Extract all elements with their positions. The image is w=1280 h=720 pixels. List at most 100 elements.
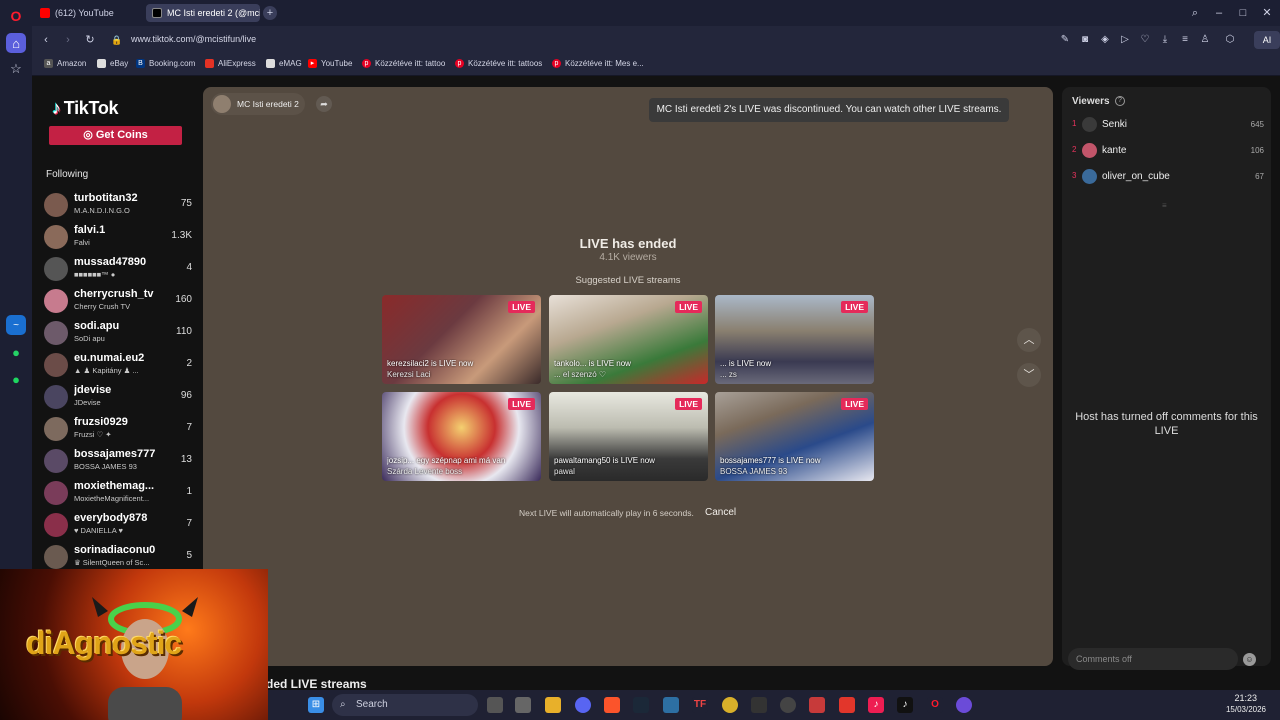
obs-icon[interactable] <box>780 697 796 713</box>
following-item[interactable]: mussad47890 ■■■■■■™ ● 4 <box>44 254 198 282</box>
play-icon[interactable]: ▷ <box>1119 34 1131 46</box>
help-icon[interactable]: ? <box>1115 96 1125 106</box>
following-item[interactable]: everybody878 ♥ DANIELLA ♥ 7 <box>44 510 198 538</box>
viewer-row[interactable]: 3 oliver_on_cube 67 <box>1072 168 1264 186</box>
suggested-live-card[interactable]: LIVE jozsip... egy szépnap ami má van Szár… <box>382 392 541 481</box>
following-nickname: BOSSA JAMES 93 <box>74 462 137 471</box>
home-icon[interactable]: ⌂ <box>6 33 26 53</box>
camera-icon[interactable]: ◙ <box>1079 34 1091 46</box>
brave-icon[interactable] <box>604 697 620 713</box>
heart-icon[interactable]: ♡ <box>1139 34 1151 46</box>
bookmark-aliexpress[interactable]: AliExpress <box>205 59 256 68</box>
url-field[interactable]: www.tiktok.com/@mcistifun/live <box>131 34 256 44</box>
extensions-icon[interactable]: ⬡ <box>1224 34 1236 46</box>
search-tabs-icon[interactable]: ⌕ <box>1188 6 1202 20</box>
following-item[interactable]: bossajames777 BOSSA JAMES 93 13 <box>44 446 198 474</box>
app-icon[interactable] <box>956 697 972 713</box>
chevron-up-icon[interactable]: ︿ <box>1017 328 1041 352</box>
tiktok-logo[interactable]: ♪ TikTok <box>52 98 119 119</box>
folder-icon[interactable] <box>545 697 561 713</box>
app-icon[interactable] <box>751 697 767 713</box>
ai-button[interactable]: AI <box>1254 31 1280 49</box>
tab-tiktok[interactable]: MC Isti eredeti 2 (@mcisti <box>146 4 260 22</box>
messenger-icon[interactable]: ~ <box>6 315 26 335</box>
bookmark-youtube[interactable]: ▸ YouTube <box>308 59 352 68</box>
whatsapp-icon[interactable]: ● <box>6 342 26 362</box>
edit-icon[interactable]: ✎ <box>1059 34 1071 46</box>
host-chip[interactable]: MC Isti eredeti 2 <box>211 93 305 115</box>
following-item[interactable]: fruzsi0929 Fruzsi ♡ ✦ 7 <box>44 414 198 442</box>
steam-icon[interactable] <box>633 697 649 713</box>
pinterest-icon: p <box>362 59 371 68</box>
discontinued-toast: MC Isti eredeti 2's LIVE was discontinue… <box>649 98 1009 122</box>
following-item[interactable]: sodi.apu SoDi apu 110 <box>44 318 198 346</box>
new-tab-plus-icon[interactable]: + <box>263 6 277 20</box>
following-name: bossajames777 <box>74 448 156 460</box>
back-icon[interactable]: ‹ <box>38 32 54 48</box>
windows-start-icon[interactable]: ⊞ <box>308 697 324 713</box>
viewer-row[interactable]: 2 kante 106 <box>1072 142 1264 160</box>
bookmark-amazon[interactable]: a Amazon <box>44 59 86 68</box>
menu-icon[interactable]: ≡ <box>1179 34 1191 46</box>
following-item[interactable]: moxiethemag... MoxietheMagnificent... 1 <box>44 478 198 506</box>
maximize-icon[interactable]: □ <box>1236 6 1250 20</box>
download-icon[interactable]: ⤓ <box>1159 34 1171 46</box>
minimize-icon[interactable]: – <box>1212 6 1226 20</box>
bookmark-pinterest-3[interactable]: p Közzétéve itt: Mes e... <box>552 59 644 68</box>
suggested-live-card[interactable]: LIVE kerezsilaci2 is LIVE now Kerezsi Laci <box>382 295 541 384</box>
suggested-live-card[interactable]: LIVE ... is LIVE now ... zs <box>715 295 874 384</box>
task-view-icon[interactable] <box>487 697 503 713</box>
following-item[interactable]: sorinadiaconu0 ♛ SilentQueen of Sc... 5 <box>44 542 198 570</box>
following-nickname: M.A.N.D.I.N.G.O <box>74 206 130 215</box>
share-icon[interactable]: ➦ <box>316 96 332 112</box>
following-item[interactable]: jdevise JDevise 96 <box>44 382 198 410</box>
live-badge: LIVE <box>841 301 868 313</box>
suggested-live-card[interactable]: LIVE tankolo... is LIVE now ... el szenzó … <box>549 295 708 384</box>
bookmark-booking[interactable]: B Booking.com <box>136 59 195 68</box>
following-item[interactable]: cherrycrush_tv Cherry Crush TV 160 <box>44 286 198 314</box>
star-icon[interactable]: ☆ <box>6 59 26 79</box>
photos-icon[interactable] <box>663 697 679 713</box>
bookmark-label: Közzétéve itt: tattoos <box>468 59 543 68</box>
bookmark-ebay[interactable]: eBay <box>97 59 128 68</box>
tab-bar: (612) YouTube MC Isti eredeti 2 (@mcisti… <box>32 0 1280 26</box>
forward-icon[interactable]: › <box>60 32 76 48</box>
bookmark-emag[interactable]: eMAG <box>266 59 302 68</box>
bookmark-pinterest-2[interactable]: p Közzétéve itt: tattoos <box>455 59 542 68</box>
app-icon[interactable] <box>809 697 825 713</box>
coin-icon[interactable] <box>722 697 738 713</box>
avatar <box>44 193 68 217</box>
comments-input[interactable]: Comments off <box>1068 648 1238 670</box>
following-item[interactable]: falvi.1 Falvi 1.3K <box>44 222 198 250</box>
get-coins-button[interactable]: ◎ Get Coins <box>49 126 182 145</box>
app-icon[interactable] <box>515 697 531 713</box>
close-icon[interactable]: ✕ <box>1260 6 1274 20</box>
taskbar-search[interactable]: ⌕ Search <box>332 694 478 716</box>
account-icon[interactable]: ♙ <box>1199 34 1211 46</box>
suggested-live-card[interactable]: LIVE bossajames777 is LIVE now BOSSA JAMES… <box>715 392 874 481</box>
suggested-live-card[interactable]: LIVE pawaltamang50 is LIVE now pawal <box>549 392 708 481</box>
chevron-down-icon[interactable]: ﹀ <box>1017 363 1041 387</box>
emoji-icon[interactable]: ☺ <box>1243 653 1256 666</box>
following-item[interactable]: eu.numai.eu2 ▲ ♟ Kapitány ♟ ... 2 <box>44 350 198 378</box>
following-item[interactable]: turbotitan32 M.A.N.D.I.N.G.O 75 <box>44 190 198 218</box>
tab-youtube[interactable]: (612) YouTube <box>34 4 142 22</box>
shield-icon[interactable]: ◈ <box>1099 34 1111 46</box>
opera-icon[interactable]: O <box>927 697 943 713</box>
reload-icon[interactable]: ↻ <box>82 32 98 48</box>
viewers-title: Viewers <box>1072 96 1110 107</box>
bookmark-pinterest-1[interactable]: p Közzétéve itt: tattoo <box>362 59 445 68</box>
viewer-row[interactable]: 1 Senki 645 <box>1072 116 1264 134</box>
clock-date[interactable]: 15/03/2026 <box>1226 705 1266 714</box>
clock-time[interactable]: 21:23 <box>1234 693 1257 703</box>
tiktok-icon[interactable]: ♪ <box>897 697 913 713</box>
tf-icon[interactable]: TF <box>692 697 708 713</box>
discord-icon[interactable] <box>575 697 591 713</box>
wps-icon[interactable] <box>839 697 855 713</box>
opera-logo-icon[interactable]: O <box>6 6 26 26</box>
tiktok-icon[interactable]: ♪ <box>868 697 884 713</box>
drag-handle-icon[interactable]: ≡ <box>1162 201 1167 210</box>
cancel-button[interactable]: Cancel <box>705 507 736 518</box>
spotify-icon[interactable]: ● <box>6 369 26 389</box>
live-ended-viewers: 4.1K viewers <box>599 252 657 263</box>
